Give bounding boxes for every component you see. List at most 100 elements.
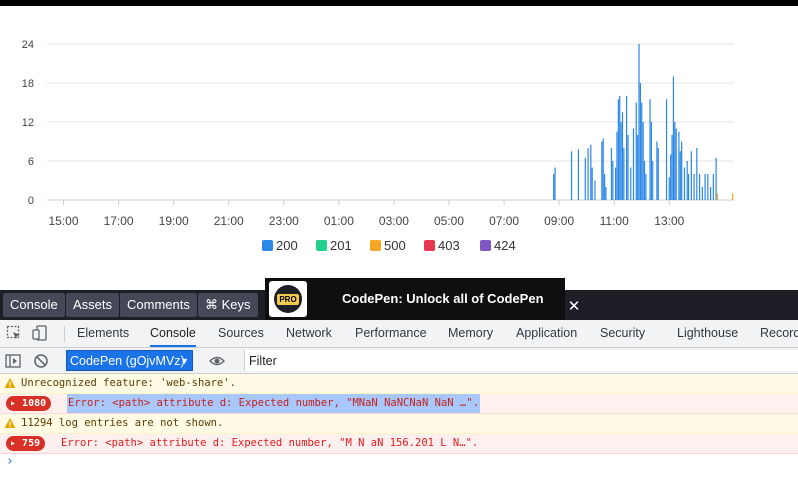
bar-200 bbox=[639, 83, 641, 200]
assets-button[interactable]: Assets bbox=[66, 293, 120, 317]
warning-icon bbox=[4, 418, 16, 428]
bar-200 bbox=[619, 96, 621, 200]
legend-swatch-201 bbox=[316, 240, 327, 251]
filter-input[interactable] bbox=[244, 350, 798, 371]
x-tick-label: 21:00 bbox=[214, 214, 244, 228]
bar-200 bbox=[635, 102, 637, 200]
message-text: Unrecognized feature: 'web-share'. bbox=[21, 377, 236, 389]
context-select[interactable]: CodePen (gOjvMVz) ▼ bbox=[66, 350, 193, 371]
legend-swatch-403 bbox=[424, 240, 435, 251]
bar-200 bbox=[671, 135, 673, 200]
bar-200 bbox=[605, 187, 607, 200]
bar-200 bbox=[709, 187, 712, 200]
bar-200 bbox=[594, 180, 596, 200]
x-tick-label: 13:00 bbox=[654, 214, 684, 228]
legend-label-424: 424 bbox=[494, 238, 516, 253]
legend-label-200: 200 bbox=[276, 238, 298, 253]
close-icon[interactable]: ✕ bbox=[566, 297, 582, 317]
show-sidebar-icon[interactable] bbox=[5, 353, 21, 369]
bar-200 bbox=[612, 161, 614, 200]
tab-console[interactable]: Console bbox=[150, 320, 196, 347]
console-message-error: ▸ 759 Error: <path> attribute d: Expecte… bbox=[0, 434, 798, 454]
legend-label-201: 201 bbox=[330, 238, 352, 253]
console-button[interactable]: Console bbox=[3, 293, 65, 317]
bar-200 bbox=[650, 122, 652, 200]
eye-icon[interactable] bbox=[209, 353, 225, 369]
tab-elements[interactable]: Elements bbox=[77, 320, 129, 347]
x-tick-label: 23:00 bbox=[269, 214, 299, 228]
tab-recorder[interactable]: Record bbox=[760, 320, 798, 347]
chart: 0 6 12 18 24 15:00 17:00 19:00 21:00 23:00 01:00 03… bbox=[22, 39, 734, 253]
device-toolbar-icon[interactable] bbox=[32, 325, 48, 341]
bar-200 bbox=[675, 128, 677, 200]
bar-200 bbox=[602, 138, 604, 200]
x-tick-label: 17:00 bbox=[104, 214, 134, 228]
keys-button[interactable]: ⌘ Keys bbox=[198, 293, 258, 317]
bar-200 bbox=[610, 148, 613, 200]
repeat-count-badge[interactable]: ▸ 759 bbox=[6, 436, 46, 451]
tab-lighthouse[interactable]: Lighthouse bbox=[677, 320, 738, 347]
x-tick-label: 03:00 bbox=[379, 214, 409, 228]
x-tick-label: 09:00 bbox=[544, 214, 574, 228]
tab-security[interactable]: Security bbox=[600, 320, 645, 347]
x-tick-label: 05:00 bbox=[434, 214, 464, 228]
bar-200 bbox=[687, 174, 690, 200]
x-tick-label: 19:00 bbox=[159, 214, 189, 228]
bar-500 bbox=[732, 193, 734, 200]
console-message-warning: Unrecognized feature: 'web-share'. bbox=[0, 374, 798, 394]
legend-swatch-424 bbox=[480, 240, 491, 251]
comments-button[interactable]: Comments bbox=[120, 293, 197, 317]
bar-200 bbox=[704, 174, 706, 200]
inspect-element-icon[interactable] bbox=[6, 325, 22, 341]
bar-200 bbox=[712, 174, 714, 200]
clear-console-icon[interactable] bbox=[33, 353, 49, 369]
console-message-warning: 11294 log entries are not shown. bbox=[0, 414, 798, 434]
tab-network[interactable]: Network bbox=[286, 320, 332, 347]
x-tick-label: 11:00 bbox=[600, 214, 629, 228]
bar-200 bbox=[672, 76, 675, 200]
bar-200 bbox=[670, 154, 672, 200]
bar-200 bbox=[679, 151, 681, 200]
bar-200 bbox=[649, 99, 651, 200]
legend-swatch-500 bbox=[370, 240, 381, 251]
bar-200 bbox=[614, 167, 617, 200]
bar-200 bbox=[617, 99, 619, 200]
bar-200 bbox=[701, 187, 703, 200]
bar-200 bbox=[584, 157, 586, 200]
console-prompt[interactable]: › bbox=[6, 454, 14, 469]
bar-200 bbox=[665, 99, 668, 200]
repeat-count-badge[interactable]: ▸ 1080 bbox=[6, 396, 52, 411]
bar-200 bbox=[642, 122, 644, 200]
bar-200 bbox=[637, 135, 639, 200]
console-message-error: ▸ 1080 Error: <path> attribute d: Expect… bbox=[0, 394, 798, 414]
bar-200 bbox=[603, 174, 606, 200]
y-tick-label: 0 bbox=[28, 195, 34, 207]
bar-200 bbox=[686, 161, 688, 200]
bar-200 bbox=[627, 135, 629, 200]
bar-200 bbox=[690, 151, 692, 200]
pro-banner[interactable]: PRO CodePen: Unlock all of CodePen bbox=[265, 278, 565, 320]
chevron-down-icon: ▼ bbox=[180, 356, 189, 366]
bar-200 bbox=[641, 102, 643, 200]
context-select-value: CodePen (gOjvMVz) bbox=[70, 354, 185, 368]
bar-200 bbox=[591, 167, 593, 200]
bar-200 bbox=[570, 151, 573, 200]
tab-application[interactable]: Application bbox=[516, 320, 577, 347]
bar-200 bbox=[652, 161, 654, 200]
message-text[interactable]: Error: <path> attribute d: Expected numb… bbox=[67, 394, 480, 413]
bar-200 bbox=[590, 144, 592, 200]
bar-200 bbox=[696, 148, 698, 200]
bar-200 bbox=[645, 174, 647, 200]
bar-200 bbox=[577, 149, 580, 200]
bar-200 bbox=[638, 44, 640, 200]
tab-memory[interactable]: Memory bbox=[448, 320, 493, 347]
message-text[interactable]: Error: <path> attribute d: Expected numb… bbox=[61, 434, 478, 453]
pro-logo: PRO bbox=[269, 281, 307, 317]
bar-200 bbox=[630, 167, 632, 200]
message-text: 11294 log entries are not shown. bbox=[21, 417, 224, 429]
tab-sources[interactable]: Sources bbox=[218, 320, 264, 347]
pro-badge: PRO bbox=[277, 294, 299, 305]
bar-200 bbox=[601, 141, 603, 200]
tab-performance[interactable]: Performance bbox=[355, 320, 427, 347]
bar-500 bbox=[716, 193, 719, 200]
